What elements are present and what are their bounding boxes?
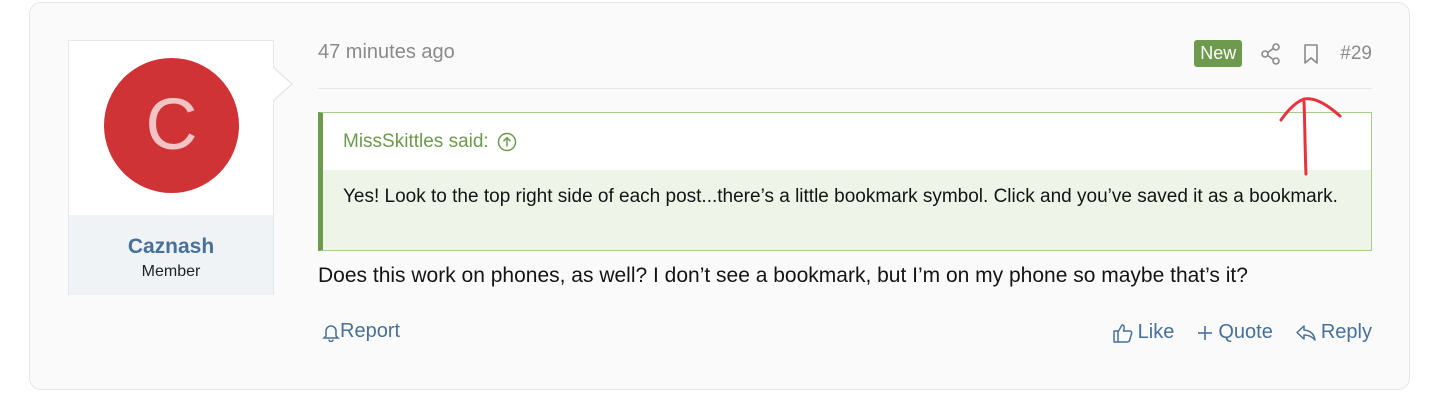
quote-block: MissSkittles said: Yes! Look to the top … — [318, 112, 1372, 251]
reply-icon — [1296, 324, 1316, 341]
post-meta-actions: New #29 — [1194, 40, 1372, 67]
like-button[interactable]: Like — [1112, 321, 1175, 344]
post-message: Does this work on phones, as well? I don… — [318, 264, 1248, 287]
user-extra: Caznash Member — [69, 215, 273, 295]
user-panel-arrow — [272, 66, 293, 102]
new-badge: New — [1194, 40, 1243, 67]
quote-label[interactable]: Quote — [1218, 321, 1272, 344]
thumbs-up-icon — [1112, 323, 1133, 343]
reply-button[interactable]: Reply — [1295, 321, 1372, 344]
report-link[interactable]: Report — [322, 320, 400, 343]
user-title: Member — [141, 263, 201, 280]
bookmark-icon[interactable] — [1300, 42, 1322, 66]
post-number-link[interactable]: #29 — [1340, 43, 1372, 65]
annotation-arrow — [1279, 97, 1342, 176]
quote-author[interactable]: MissSkittles said: — [343, 131, 489, 153]
reply-label[interactable]: Reply — [1321, 321, 1372, 344]
arrow-up-circle-icon[interactable] — [497, 132, 517, 152]
user-info-panel: C Caznash Member — [68, 40, 274, 295]
quote-text: Yes! Look to the top right side of each … — [323, 170, 1371, 250]
bell-icon — [322, 324, 340, 342]
plus-icon — [1198, 325, 1213, 340]
quote-button[interactable]: Quote — [1196, 321, 1273, 344]
post-timestamp[interactable]: 47 minutes ago — [318, 41, 455, 64]
username-link[interactable]: Caznash — [69, 235, 273, 259]
avatar[interactable]: C — [104, 58, 239, 193]
share-icon[interactable] — [1260, 42, 1282, 66]
post-actions: Like Quote Reply — [1090, 321, 1372, 344]
like-label[interactable]: Like — [1138, 321, 1175, 344]
quote-header[interactable]: MissSkittles said: — [323, 113, 1371, 170]
report-label[interactable]: Report — [340, 320, 400, 343]
meta-divider — [318, 88, 1372, 89]
